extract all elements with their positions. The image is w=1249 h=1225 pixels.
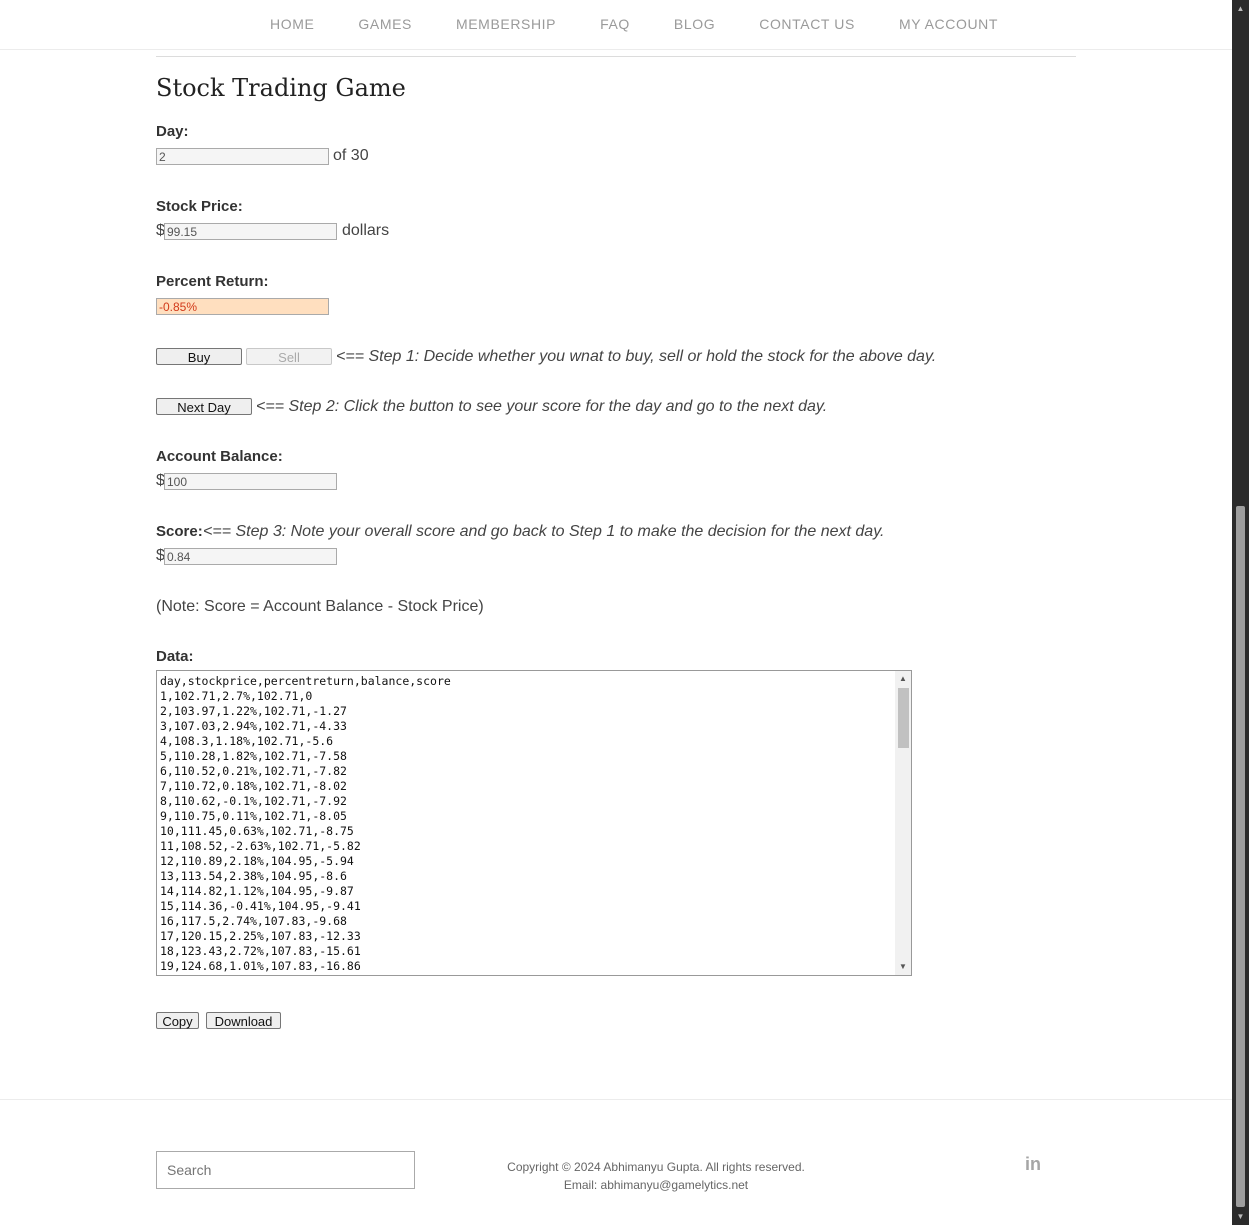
search-input[interactable]: [156, 1151, 415, 1189]
data-scrollbar[interactable]: ▲ ▼: [895, 671, 911, 975]
data-line: 15,114.36,-0.41%,104.95,-9.41: [160, 899, 361, 913]
data-line: 6,110.52,0.21%,102.71,-7.82: [160, 764, 347, 778]
nav-item-games[interactable]: GAMES: [358, 16, 412, 32]
footer-divider: [0, 1099, 1232, 1100]
nav-item-my-account[interactable]: MY ACCOUNT: [899, 16, 998, 32]
next-day-button[interactable]: Next Day: [156, 398, 252, 415]
percent-return-field[interactable]: [156, 298, 329, 315]
account-balance-label: Account Balance:: [156, 448, 283, 465]
data-line: 1,102.71,2.7%,102.71,0: [160, 689, 313, 703]
data-scrollbar-thumb[interactable]: [898, 688, 909, 748]
sell-button[interactable]: Sell: [246, 348, 332, 365]
day-suffix: of 30: [333, 147, 369, 164]
data-line: 13,113.54,2.38%,104.95,-8.6: [160, 869, 347, 883]
data-line: 17,120.15,2.25%,107.83,-12.33: [160, 929, 361, 943]
page-title: Stock Trading Game: [156, 74, 406, 102]
price-suffix: dollars: [342, 222, 390, 239]
linkedin-icon[interactable]: in: [1025, 1154, 1045, 1174]
account-balance-field[interactable]: [164, 473, 337, 490]
data-lines: day,stockprice,percentreturn,balance,sco…: [160, 674, 895, 974]
data-line: 9,110.75,0.11%,102.71,-8.05: [160, 809, 347, 823]
percent-return-label: Percent Return:: [156, 273, 269, 290]
page-scrollbar[interactable]: ▲ ▼: [1232, 0, 1249, 1225]
day-label: Day:: [156, 123, 189, 140]
data-line: 19,124.68,1.01%,107.83,-16.86: [160, 959, 361, 973]
copyright-text: Copyright © 2024 Abhimanyu Gupta. All ri…: [507, 1160, 805, 1174]
nav-menu: HOME GAMES MEMBERSHIP FAQ BLOG CONTACT U…: [270, 16, 1042, 32]
step3-hint: <== Step 3: Note your overall score and …: [203, 523, 885, 540]
nav-item-home[interactable]: HOME: [270, 16, 314, 32]
data-line: 18,123.43,2.72%,107.83,-15.61: [160, 944, 361, 958]
arrow-up-icon[interactable]: ▲: [895, 671, 911, 687]
data-textarea[interactable]: day,stockprice,percentreturn,balance,sco…: [156, 670, 912, 976]
data-line: 3,107.03,2.94%,102.71,-4.33: [160, 719, 347, 733]
data-line: 16,117.5,2.74%,107.83,-9.68: [160, 914, 347, 928]
data-line: 10,111.45,0.63%,102.71,-8.75: [160, 824, 354, 838]
step1-hint: <== Step 1: Decide whether you wnat to b…: [336, 348, 937, 365]
stock-price-field[interactable]: [164, 223, 337, 240]
data-line: 14,114.82,1.12%,104.95,-9.87: [160, 884, 354, 898]
nav-item-contact-us[interactable]: CONTACT US: [759, 16, 855, 32]
page-scrollbar-thumb[interactable]: [1236, 506, 1245, 1207]
nav-item-blog[interactable]: BLOG: [674, 16, 715, 32]
data-line: 11,108.52,-2.63%,102.71,-5.82: [160, 839, 361, 853]
score-label: Score:: [156, 523, 203, 540]
nav-item-faq[interactable]: FAQ: [600, 16, 630, 32]
content-divider: [156, 56, 1076, 57]
data-line: day,stockprice,percentreturn,balance,sco…: [160, 674, 451, 688]
data-line: 2,103.97,1.22%,102.71,-1.27: [160, 704, 347, 718]
score-note: (Note: Score = Account Balance - Stock P…: [156, 598, 484, 615]
data-line: 8,110.62,-0.1%,102.71,-7.92: [160, 794, 347, 808]
data-line: 7,110.72,0.18%,102.71,-8.02: [160, 779, 347, 793]
day-field[interactable]: [156, 148, 329, 165]
arrow-down-icon[interactable]: ▼: [895, 959, 911, 975]
arrow-down-icon[interactable]: ▼: [1232, 1208, 1249, 1225]
arrow-up-icon[interactable]: ▲: [1232, 0, 1249, 17]
data-line: 12,110.89,2.18%,104.95,-5.94: [160, 854, 354, 868]
buy-button[interactable]: Buy: [156, 348, 242, 365]
data-line: 5,110.28,1.82%,102.71,-7.58: [160, 749, 347, 763]
data-line: 4,108.3,1.18%,102.71,-5.6: [160, 734, 334, 748]
nav-item-membership[interactable]: MEMBERSHIP: [456, 16, 556, 32]
copy-button[interactable]: Copy: [156, 1012, 199, 1029]
top-nav: HOME GAMES MEMBERSHIP FAQ BLOG CONTACT U…: [0, 0, 1232, 50]
step2-hint: <== Step 2: Click the button to see your…: [256, 398, 828, 415]
stock-price-label: Stock Price:: [156, 198, 243, 215]
download-button[interactable]: Download: [206, 1012, 281, 1029]
score-field[interactable]: [164, 548, 337, 565]
data-label: Data:: [156, 648, 194, 665]
contact-email: Email: abhimanyu@gamelytics.net: [563, 1178, 749, 1192]
